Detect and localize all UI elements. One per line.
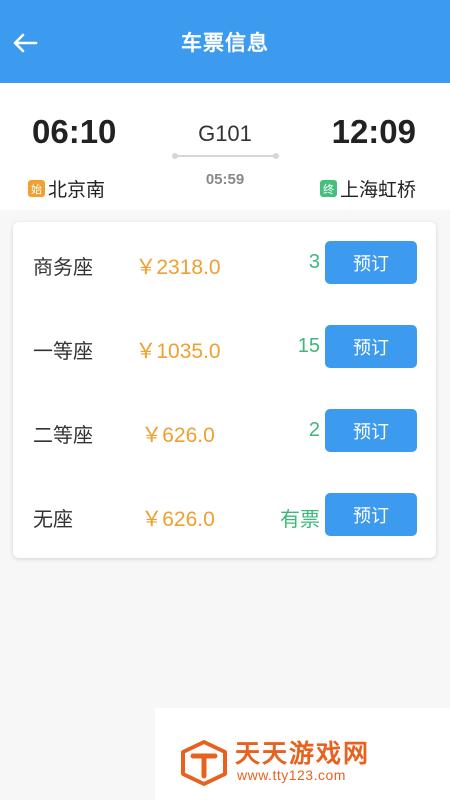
departure-station: 始 北京南 — [28, 175, 105, 202]
seat-price: ￥626.0 — [141, 508, 215, 531]
book-button[interactable]: 预订 — [325, 241, 417, 284]
seat-count: 有票 — [280, 509, 320, 531]
route-line — [172, 153, 279, 159]
arrival-station-name: 上海虹桥 — [339, 179, 416, 201]
site-logo-icon — [181, 740, 227, 786]
seat-row-second-class: 二等座 ￥626.0 2 预订 — [13, 390, 436, 474]
seat-price: ￥2318.0 — [135, 256, 221, 279]
seat-count: 2 — [308, 419, 320, 441]
book-button[interactable]: 预订 — [325, 409, 417, 452]
train-info-panel: 06:10 G101 12:09 05:59 始 北京南 终 上海虹桥 — [0, 83, 450, 210]
seat-name: 商务座 — [33, 255, 93, 279]
seat-row-first-class: 一等座 ￥1035.0 15 预订 — [13, 306, 436, 390]
arrival-station: 终 上海虹桥 — [319, 175, 416, 202]
seat-price: ￥626.0 — [141, 424, 215, 447]
seat-price: ￥1035.0 — [135, 340, 221, 363]
app-header: 车票信息 — [0, 0, 450, 83]
departure-station-name: 北京南 — [48, 179, 106, 201]
watermark: 天天游戏网 www.tty123.com — [155, 708, 450, 800]
start-badge-icon: 始 — [28, 180, 45, 197]
end-badge-icon: 终 — [319, 180, 337, 197]
book-button[interactable]: 预订 — [325, 325, 417, 368]
seat-row-no-seat: 无座 ￥626.0 有票 预订 — [13, 474, 436, 558]
book-button[interactable]: 预订 — [325, 493, 417, 536]
arrow-left-icon — [13, 33, 38, 53]
page-title: 车票信息 — [181, 30, 269, 55]
seat-count: 15 — [297, 335, 320, 357]
seat-name: 一等座 — [33, 339, 93, 363]
seat-row-business: 商务座 ￥2318.0 3 预订 — [13, 222, 436, 306]
seat-count: 3 — [308, 251, 320, 273]
seat-list-card: 商务座 ￥2318.0 3 预订 一等座 ￥1035.0 15 预订 二等座 ￥… — [13, 222, 436, 558]
watermark-url: www.tty123.com — [237, 767, 346, 783]
arrival-time: 12:09 — [331, 113, 416, 150]
watermark-title: 天天游戏网 — [235, 739, 371, 768]
back-button[interactable] — [10, 28, 40, 58]
seat-name: 无座 — [33, 507, 73, 531]
seat-name: 二等座 — [33, 423, 93, 447]
